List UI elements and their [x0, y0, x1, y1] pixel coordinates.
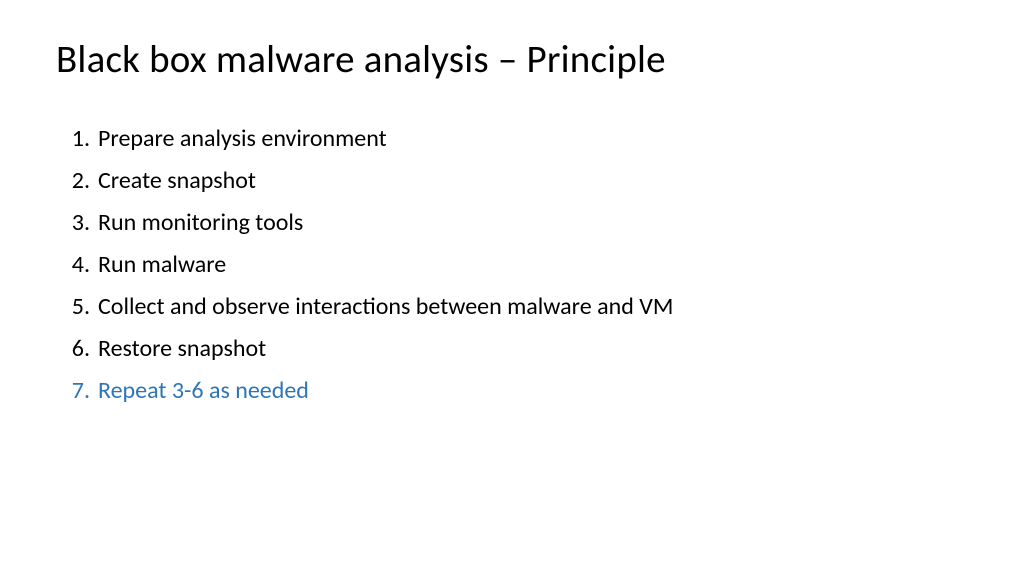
principle-list: Prepare analysis environment Create snap…	[56, 121, 968, 409]
list-item: Run monitoring tools	[56, 205, 968, 241]
list-item: Run malware	[56, 247, 968, 283]
list-item: Prepare analysis environment	[56, 121, 968, 157]
slide-title: Black box malware analysis – Principle	[56, 36, 968, 83]
list-item: Create snapshot	[56, 163, 968, 199]
list-item: Repeat 3-6 as needed	[56, 373, 968, 409]
list-item: Restore snapshot	[56, 331, 968, 367]
list-item: Collect and observe interactions between…	[56, 289, 968, 325]
